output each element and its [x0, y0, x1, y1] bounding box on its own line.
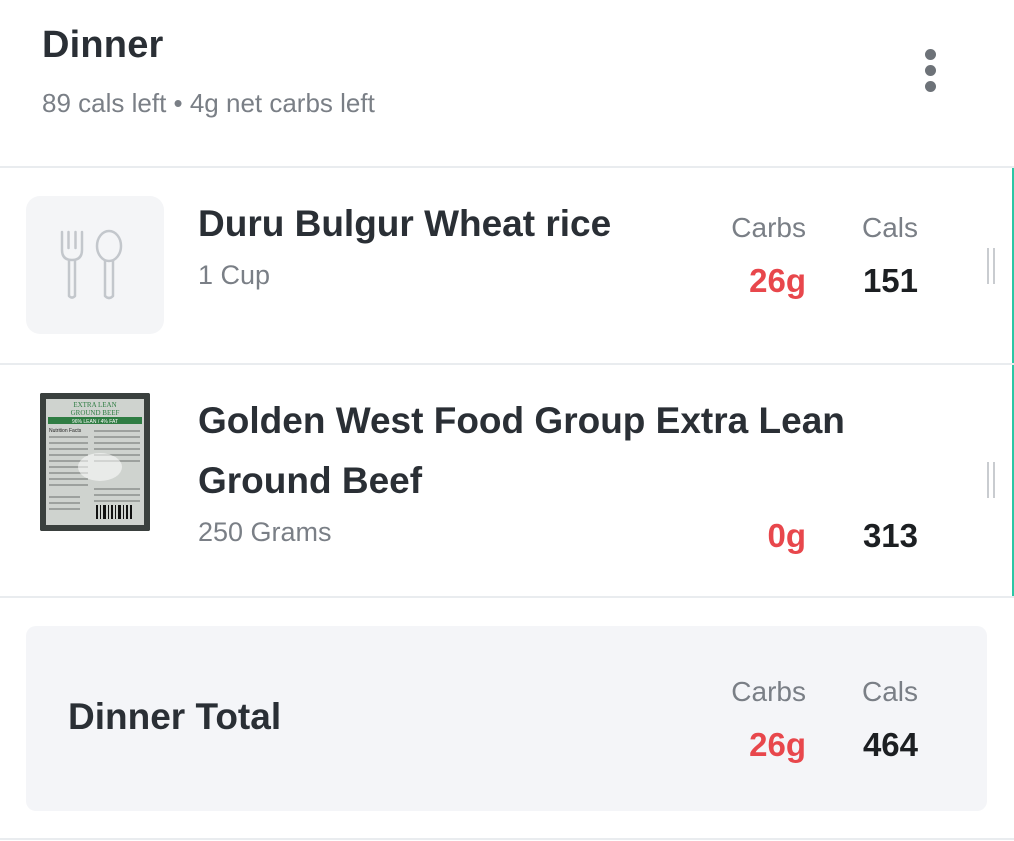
food-photo-ground-beef: EXTRA LEAN GROUND BEEF 96% LEAN / 4% FAT…	[40, 393, 150, 531]
food-carbs-value: 0g	[767, 517, 806, 554]
package-label-line1: EXTRA LEAN	[73, 401, 116, 409]
food-carbs-value: 26g	[749, 262, 806, 299]
dinner-card: Dinner 89 cals left • 4g net carbs left	[0, 0, 1014, 841]
food-serving: 1 Cup	[198, 260, 271, 290]
meal-total-panel: Dinner Total Carbs Cals 26g 464	[26, 626, 987, 811]
ground-beef-package-image: EXTRA LEAN GROUND BEEF 96% LEAN / 4% FAT…	[40, 393, 150, 531]
food-name: Golden West Food Group Extra Lean Ground…	[198, 400, 845, 501]
meal-header: Dinner 89 cals left • 4g net carbs left	[0, 0, 1014, 168]
meal-total-label: Dinner Total	[68, 696, 282, 737]
food-thumbnail-placeholder	[26, 196, 164, 334]
bottom-divider	[0, 838, 1014, 840]
package-nutrition-title: Nutrition Facts	[49, 428, 82, 434]
food-row-ground-beef[interactable]: EXTRA LEAN GROUND BEEF 96% LEAN / 4% FAT…	[0, 365, 1014, 598]
total-cals-label: Cals	[861, 676, 918, 707]
meal-remaining-summary: 89 cals left • 4g net carbs left	[42, 88, 375, 118]
drag-handle-icon[interactable]	[987, 462, 997, 498]
fork-spoon-icon	[60, 229, 123, 300]
drag-handle-icon[interactable]	[987, 248, 997, 284]
package-label-line2: GROUND BEEF	[71, 409, 120, 417]
food-serving: 250 Grams	[198, 517, 332, 547]
package-label-line3: 96% LEAN / 4% FAT	[72, 419, 118, 425]
total-carbs-value: 26g	[749, 726, 806, 763]
total-carbs-label: Carbs	[731, 676, 806, 707]
total-cals-value: 464	[862, 726, 918, 763]
food-cals-value: 151	[862, 262, 918, 299]
food-cals-value: 313	[862, 517, 918, 554]
food-row-bulgur[interactable]: Duru Bulgur Wheat rice 1 Cup Carbs Cals …	[0, 168, 1014, 365]
cals-column-label: Cals	[861, 212, 918, 243]
more-vertical-icon[interactable]	[912, 46, 948, 96]
meal-title: Dinner	[42, 24, 164, 66]
carbs-column-label: Carbs	[731, 212, 806, 243]
